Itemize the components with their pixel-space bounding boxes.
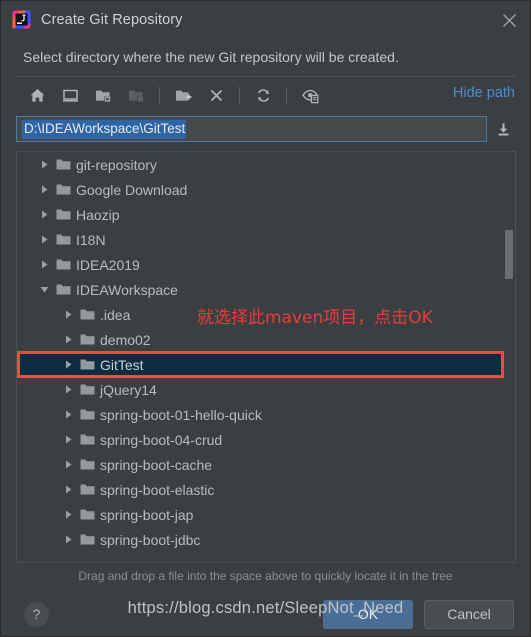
folder-icon	[77, 402, 98, 427]
refresh-icon[interactable]	[248, 81, 278, 109]
download-icon[interactable]	[490, 116, 516, 142]
tree-row-label: .idea	[100, 306, 131, 323]
chevron-right-icon[interactable]	[35, 177, 53, 202]
tree-row[interactable]: spring-boot-jap	[17, 502, 515, 527]
tree-row-label: Haozip	[76, 206, 120, 223]
tree-row[interactable]: Haozip	[17, 202, 515, 227]
chevron-right-icon[interactable]	[59, 452, 77, 477]
chevron-down-icon[interactable]	[35, 277, 53, 302]
chevron-right-icon[interactable]	[59, 302, 77, 327]
tree-row-label: spring-boot-jdbc	[100, 531, 201, 548]
tree-row-label: IDEAWorkspace	[76, 281, 178, 298]
tree-row-label: demo02	[100, 331, 151, 348]
tree-row[interactable]: Google Download	[17, 177, 515, 202]
directory-tree[interactable]: git-repository Google Download Haozip I18N I…	[16, 151, 516, 563]
cancel-button[interactable]: Cancel	[424, 599, 514, 629]
annotation-text: 就选择此maven项目，点击OK	[197, 308, 433, 328]
directory-tree-body: git-repository Google Download Haozip I18N I…	[17, 152, 515, 552]
folder-icon	[77, 502, 98, 527]
folder-icon	[77, 477, 98, 502]
folder-icon	[53, 252, 74, 277]
folder-icon	[53, 277, 74, 302]
tree-row-label: spring-boot-04-crud	[100, 431, 223, 448]
folder-icon	[77, 327, 98, 352]
new-folder-icon[interactable]	[168, 81, 198, 109]
tree-row-label: spring-boot-01-hello-quick	[100, 406, 262, 423]
chevron-right-icon[interactable]	[59, 402, 77, 427]
folder-icon	[77, 302, 98, 327]
tree-row[interactable]: IDEA2019	[17, 252, 515, 277]
help-button[interactable]: ?	[24, 601, 49, 627]
tree-row-selected[interactable]: GitTest	[17, 352, 515, 377]
tree-row-label: spring-boot-cache	[100, 456, 213, 473]
chevron-right-icon[interactable]	[59, 527, 77, 552]
drag-drop-hint: Drag and drop a file into the space abov…	[78, 569, 453, 583]
folder-icon	[53, 152, 74, 177]
file-chooser-toolbar: Hide path	[1, 77, 530, 113]
create-git-repository-dialog: Create Git Repository Select directory w…	[0, 0, 531, 637]
dialog-description: Select directory where the new Git repos…	[23, 49, 399, 65]
tree-row-label: spring-boot-jap	[100, 506, 194, 523]
tree-row[interactable]: jQuery14	[17, 377, 515, 402]
tree-row[interactable]: git-repository	[17, 152, 515, 177]
tree-row[interactable]: spring-boot-elastic	[17, 477, 515, 502]
tree-row[interactable]: spring-boot-04-crud	[17, 427, 515, 452]
ok-button[interactable]: OK	[323, 599, 413, 629]
chevron-right-icon[interactable]	[59, 427, 77, 452]
tree-row-label: IDEA2019	[76, 256, 140, 273]
tree-scrollbar[interactable]	[504, 152, 515, 562]
chevron-right-icon[interactable]	[59, 477, 77, 502]
toolbar-separator-1	[159, 86, 160, 104]
folder-icon	[77, 427, 98, 452]
path-input-value: D:\IDEAWorkspace\GitTest	[22, 119, 187, 139]
toolbar-separator-3	[286, 86, 287, 104]
tree-row-label: spring-boot-elastic	[100, 481, 215, 498]
home-icon[interactable]	[22, 81, 52, 109]
show-hidden-files-icon[interactable]	[295, 81, 325, 109]
tree-row-label: git-repository	[76, 156, 157, 173]
chevron-right-icon[interactable]	[59, 352, 77, 377]
tree-row[interactable]: spring-boot-01-hello-quick	[17, 402, 515, 427]
tree-row-label: jQuery14	[100, 381, 157, 398]
hide-path-link[interactable]: Hide path	[453, 85, 515, 101]
tree-row[interactable]: spring-boot-jdbc	[17, 527, 515, 552]
folder-icon	[53, 202, 74, 227]
folder-expand-icon[interactable]	[88, 81, 118, 109]
intellij-idea-logo-icon	[12, 10, 31, 29]
folder-disabled-icon	[121, 81, 151, 109]
chevron-right-icon[interactable]	[59, 327, 77, 352]
chevron-right-icon[interactable]	[35, 227, 53, 252]
path-row: D:\IDEAWorkspace\GitTest	[1, 114, 530, 144]
tree-row[interactable]: spring-boot-cache	[17, 452, 515, 477]
folder-icon	[53, 227, 74, 252]
tree-row[interactable]: IDEAWorkspace	[17, 277, 515, 302]
path-input[interactable]: D:\IDEAWorkspace\GitTest	[16, 116, 487, 142]
delete-icon[interactable]	[201, 81, 231, 109]
toolbar-separator-2	[239, 86, 240, 104]
tree-row-label: GitTest	[100, 356, 144, 373]
title-bar: Create Git Repository	[1, 1, 530, 38]
chevron-right-icon[interactable]	[59, 502, 77, 527]
tree-scrollbar-thumb[interactable]	[505, 229, 513, 280]
dialog-footer: ? OK Cancel	[1, 583, 530, 636]
chevron-right-icon[interactable]	[59, 377, 77, 402]
chevron-right-icon[interactable]	[35, 202, 53, 227]
chevron-right-icon[interactable]	[35, 152, 53, 177]
tree-row-label: I18N	[76, 231, 106, 248]
chevron-right-icon[interactable]	[35, 252, 53, 277]
folder-icon	[77, 352, 98, 377]
tree-row[interactable]: demo02	[17, 327, 515, 352]
folder-icon	[77, 377, 98, 402]
dialog-title: Create Git Repository	[41, 11, 183, 28]
close-icon[interactable]	[497, 8, 521, 32]
tree-row[interactable]: I18N	[17, 227, 515, 252]
tree-row-label: Google Download	[76, 181, 188, 198]
folder-icon	[77, 527, 98, 552]
folder-icon	[77, 452, 98, 477]
desktop-icon[interactable]	[55, 81, 85, 109]
folder-icon	[53, 177, 74, 202]
